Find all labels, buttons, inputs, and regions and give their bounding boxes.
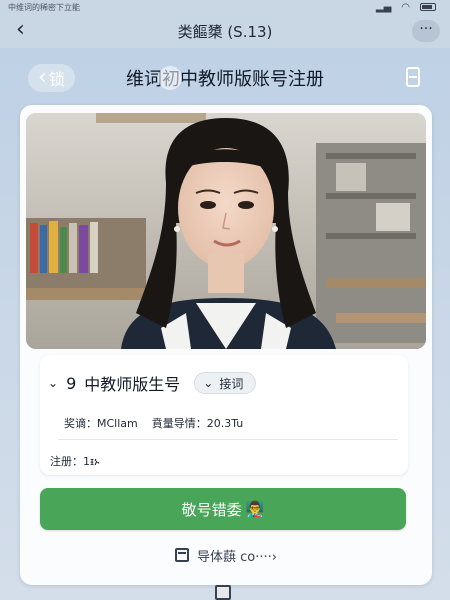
registration-page: ‹ 锁 维词初中教师版账号注册 ⌄ 9 中教师版生号 ⌄ 接词 奖谪：MClla… — [0, 48, 450, 600]
menu-icon[interactable] — [406, 67, 420, 87]
status-text: 中维词的稀密下立能 — [8, 2, 80, 12]
chevron-down-icon[interactable]: ⌄ — [48, 376, 58, 390]
submit-button[interactable]: 敬号错委 👨‍🏫 — [40, 488, 406, 530]
classroom-portrait-image — [26, 113, 426, 349]
registration-field: 注册：1ᵻኑ — [50, 455, 100, 468]
download-icon[interactable] — [215, 585, 231, 600]
footer-link[interactable]: 导体蕻 ᴄᴏ····› — [20, 545, 432, 565]
account-name: 中教师版生号 — [84, 375, 181, 394]
status-bar: 中维词的稀密下立能 ▂▄ ◠ — [0, 0, 450, 14]
signal-icon: ▂▄ — [375, 1, 392, 13]
wifi-icon: ◠ — [401, 1, 410, 13]
footer-link-text: 导体蕻 ᴄᴏ····› — [197, 549, 277, 565]
divider — [58, 439, 398, 440]
chevron-left-icon: ‹ — [38, 65, 47, 90]
chevron-down-icon: ⌄ — [203, 376, 214, 390]
account-info-box: ⌄ 9 中教师版生号 ⌄ 接词 奖谪：MCllam 賁量导情：20.3Tu 注册… — [40, 355, 408, 475]
account-number: 9 — [66, 373, 77, 393]
page-title: 维词初中教师版账号注册 — [126, 69, 324, 90]
battery-icon — [420, 3, 436, 11]
profile-card: ⌄ 9 中教师版生号 ⌄ 接词 奖谪：MCllam 賁量导情：20.3Tu 注册… — [20, 105, 432, 585]
more-options-button[interactable]: ··· — [412, 20, 440, 42]
header-back-label: 锁 — [48, 70, 65, 89]
profile-photo — [26, 113, 426, 349]
header-back-button[interactable]: ‹ 锁 — [28, 64, 75, 92]
back-chevron-icon[interactable]: ‹ — [16, 18, 40, 44]
app-nav-bar: ‹ 类饇橥 (S.13) ··· — [0, 14, 450, 48]
title-decoration-dot — [158, 66, 182, 90]
submit-button-label: 敬号错委 — [181, 500, 242, 519]
calendar-icon — [175, 548, 190, 562]
detail-field-2: 賁量导情：20.3Tu — [151, 417, 244, 430]
detail-field-1: 奖谪：MCllam — [64, 417, 138, 430]
account-type-label: 接词 — [219, 376, 244, 391]
account-type-dropdown[interactable]: ⌄ 接词 — [194, 372, 257, 394]
teacher-emoji-icon: 👨‍🏫 — [245, 500, 265, 518]
account-summary-row: ⌄ 9 中教师版生号 ⌄ 接词 — [48, 371, 257, 395]
app-title: 类饇橥 (S.13) — [177, 22, 273, 41]
status-icons: ▂▄ ◠ — [376, 2, 436, 13]
account-details-row: 奖谪：MCllam 賁量导情：20.3Tu — [64, 415, 243, 431]
page-header: ‹ 锁 维词初中教师版账号注册 — [0, 60, 450, 96]
